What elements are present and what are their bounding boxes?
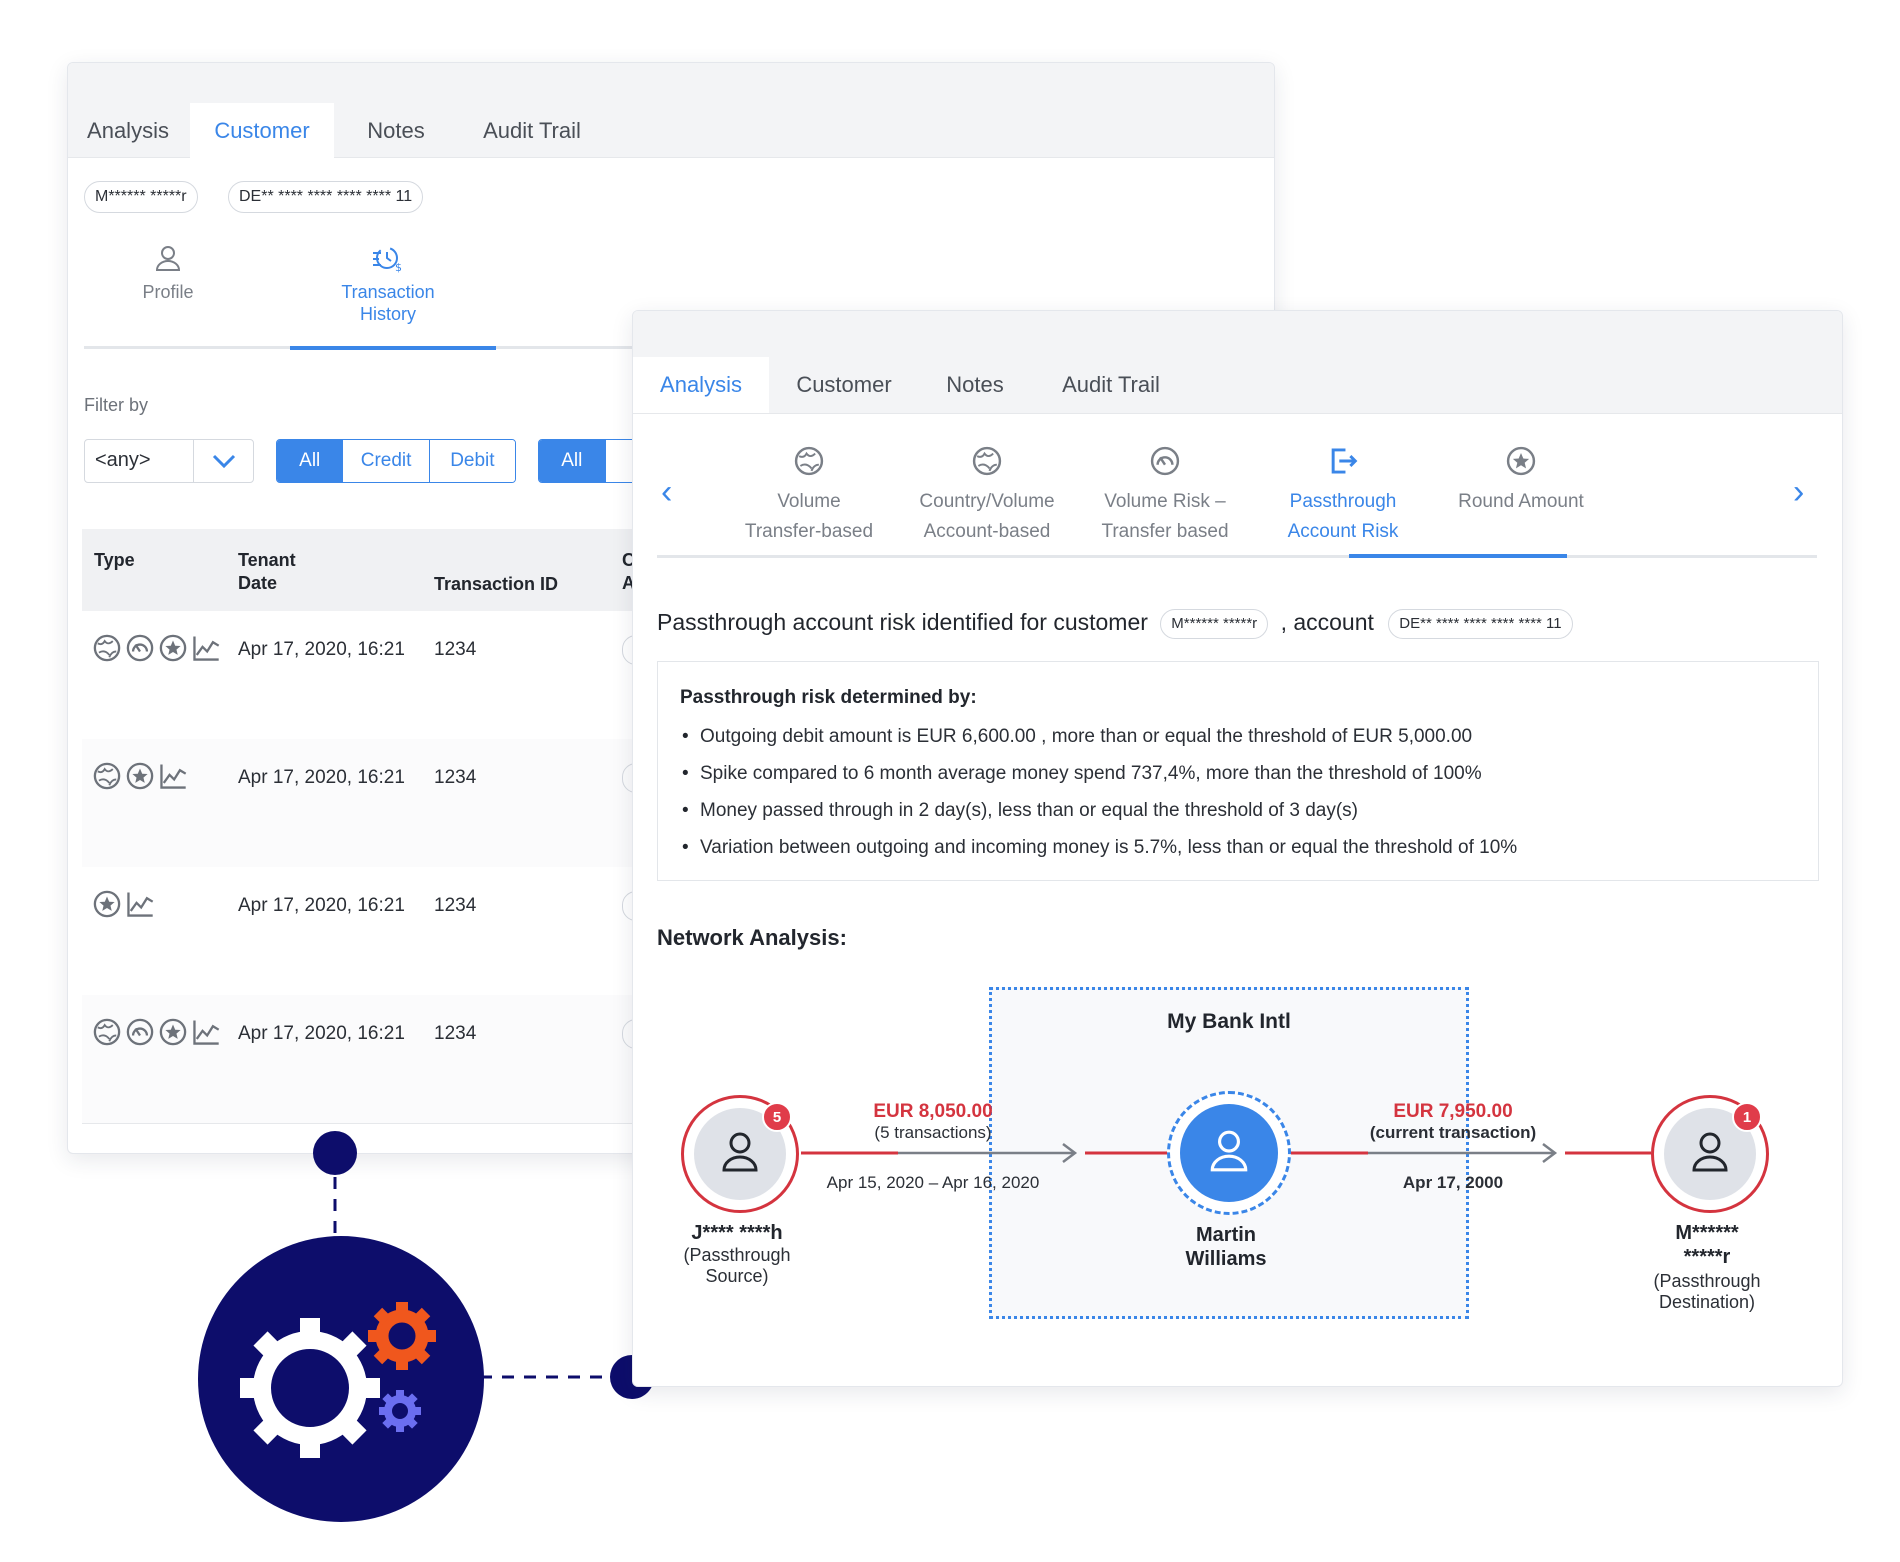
user-icon <box>1692 1132 1728 1172</box>
center-name-line1: Martin <box>1196 1224 1256 1246</box>
source-role-line2: Source) <box>705 1266 769 1286</box>
destination-role-line1: (Passthrough <box>1653 1271 1761 1291</box>
center-node[interactable] <box>1167 1091 1291 1215</box>
inflow-note: (5 transactions) <box>874 1123 992 1142</box>
source-node[interactable]: 5 <box>681 1095 799 1213</box>
settings-gears-icon <box>198 1236 484 1522</box>
user-icon <box>722 1132 758 1172</box>
source-name: J**** ****h <box>691 1222 783 1244</box>
source-count-badge: 5 <box>762 1102 792 1132</box>
center-avatar <box>1180 1104 1278 1202</box>
destination-name-line2: *****r <box>1683 1246 1731 1268</box>
source-role: (Passthrough Source) <box>647 1245 827 1287</box>
destination-role: (Passthrough Destination) <box>1607 1271 1807 1313</box>
outflow-dates: Apr 17, 2000 <box>1402 1173 1504 1192</box>
center-name-line2: Williams <box>1185 1248 1267 1270</box>
user-icon <box>1210 1130 1248 1172</box>
source-role-line1: (Passthrough <box>683 1245 791 1265</box>
inflow-amount: EUR 8,050.00 <box>873 1101 993 1122</box>
destination-count-badge: 1 <box>1732 1102 1762 1132</box>
destination-name-line1: M****** <box>1675 1222 1739 1244</box>
analysis-panel: Analysis Customer Notes Audit Trail ‹ › … <box>632 310 1843 1387</box>
outflow-amount: EUR 7,950.00 <box>1393 1101 1513 1122</box>
inflow-dates: Apr 15, 2020 – Apr 16, 2020 <box>826 1173 1040 1192</box>
outflow-note: (current transaction) <box>1369 1123 1537 1142</box>
destination-node[interactable]: 1 <box>1651 1095 1769 1213</box>
destination-name: M****** *****r <box>1617 1221 1797 1269</box>
center-name: Martin Williams <box>1133 1223 1319 1271</box>
destination-role-line2: Destination) <box>1658 1292 1756 1312</box>
